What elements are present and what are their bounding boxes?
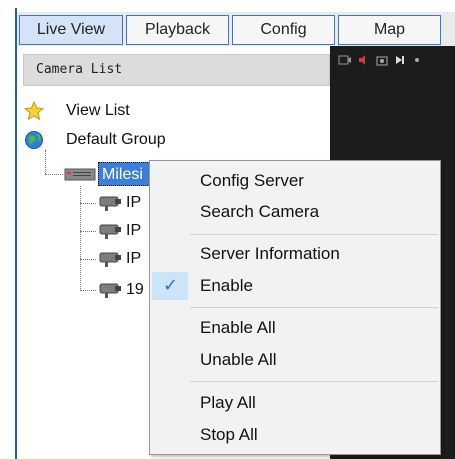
menu-item-stop-all[interactable]: Stop All <box>200 423 258 447</box>
audio-icon[interactable] <box>358 54 368 71</box>
tree-item-view-list[interactable]: View List <box>23 98 224 124</box>
play-step-icon[interactable] <box>395 54 405 71</box>
tree-item-camera[interactable]: IP <box>126 248 141 270</box>
tree-item-label: Default Group <box>66 131 166 148</box>
camera-icon <box>97 280 123 304</box>
context-menu: Config Server Search Camera Server Infor… <box>149 160 441 455</box>
tab-config[interactable]: Config <box>232 15 335 45</box>
tab-map[interactable]: Map <box>338 15 441 45</box>
server-icon <box>64 166 96 186</box>
menu-item-unable-all[interactable]: Unable All <box>200 348 277 372</box>
camera-list-header: Camera List <box>23 54 330 86</box>
toolbar-icon[interactable] <box>413 54 421 71</box>
checkmark-icon: ✓ <box>163 275 179 296</box>
enable-check-highlight: ✓ <box>152 272 188 300</box>
menu-item-server-information[interactable]: Server Information <box>200 242 340 266</box>
record-icon[interactable] <box>338 54 352 71</box>
tree-item-camera[interactable]: IP <box>126 192 141 214</box>
menu-separator <box>190 307 438 308</box>
menu-separator <box>190 234 438 235</box>
camera-icon <box>97 249 123 273</box>
tree-connector <box>80 186 81 291</box>
menu-item-play-all[interactable]: Play All <box>200 391 256 415</box>
menu-item-enable-all[interactable]: Enable All <box>200 316 276 340</box>
tree-connector <box>45 150 46 174</box>
menu-item-config-server[interactable]: Config Server <box>200 169 304 193</box>
video-toolbar <box>330 54 455 70</box>
app-window: Live View Playback Config Map Camera Lis… <box>0 0 455 459</box>
menu-item-search-camera[interactable]: Search Camera <box>200 200 319 224</box>
tab-live-view[interactable]: Live View <box>19 15 123 45</box>
camera-icon <box>97 193 123 217</box>
menu-separator <box>190 381 438 382</box>
tree-connector <box>80 259 96 260</box>
camera-icon <box>97 221 123 245</box>
tab-bar: Live View Playback Config Map <box>17 12 455 46</box>
tree-item-default-group[interactable]: Default Group <box>24 127 224 153</box>
tree-item-camera[interactable]: IP <box>126 220 141 242</box>
window-left-edge <box>0 0 15 459</box>
tree-connector <box>45 174 63 175</box>
tree-connector <box>80 203 96 204</box>
tree-item-label: View List <box>66 102 130 119</box>
snapshot-icon[interactable] <box>376 54 388 71</box>
star-icon <box>23 100 45 130</box>
tab-playback[interactable]: Playback <box>126 15 229 45</box>
tree-connector <box>80 290 96 291</box>
tree-connector <box>80 231 96 232</box>
globe-icon <box>24 130 44 159</box>
menu-item-enable[interactable]: Enable <box>200 274 253 298</box>
tree-item-camera[interactable]: 19 <box>126 279 144 301</box>
